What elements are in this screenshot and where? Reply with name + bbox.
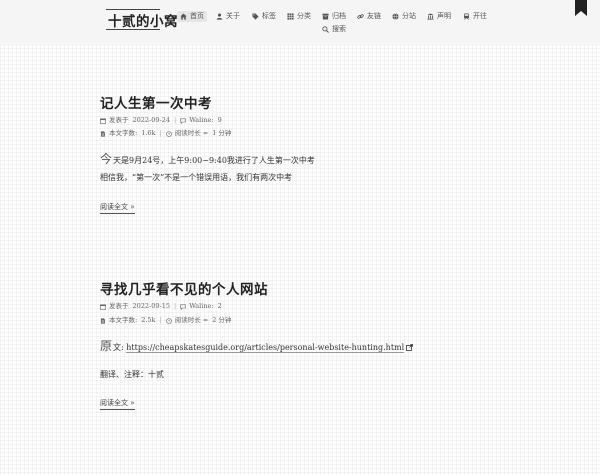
bookmark-icon[interactable] xyxy=(575,0,587,16)
published-label: 发表于 xyxy=(109,116,129,124)
nav-item-search[interactable]: 搜索 xyxy=(322,24,346,35)
wordcount-label: 本文字数: xyxy=(109,129,138,137)
nav-label-tags: 标签 xyxy=(262,12,276,20)
clock-icon xyxy=(165,130,172,137)
tag-icon xyxy=(252,13,259,20)
nav-label-statement: 声明 xyxy=(437,12,451,20)
post-title[interactable]: 记人生第一次中考 xyxy=(100,92,212,112)
logo-divider-bottom xyxy=(106,29,160,30)
nav-item-subscribe[interactable]: 开往 xyxy=(463,11,487,22)
nav-label-search: 搜索 xyxy=(332,25,346,33)
nav-item-tags[interactable]: 标签 xyxy=(252,11,276,22)
comment-icon xyxy=(180,118,186,124)
external-link[interactable]: https://cheapskatesguide.org/articles/pe… xyxy=(126,343,405,353)
wordcount-value: 2.5k xyxy=(141,316,156,324)
nav-item-archives[interactable]: 归档 xyxy=(322,11,346,22)
subway-icon xyxy=(463,13,470,20)
search-icon xyxy=(322,26,329,33)
comments-count[interactable]: 2 xyxy=(218,302,222,311)
file-icon xyxy=(100,130,106,137)
link-icon xyxy=(357,13,364,20)
excerpt-text: 天是9月24号，上午9:00~9:40我进行了人生第一次中考 xyxy=(113,156,315,165)
calendar-icon xyxy=(100,304,106,310)
post-excerpt-line: 今天是9月24号，上午9:00~9:40我进行了人生第一次中考 xyxy=(100,153,315,167)
excerpt-prefix: 文: xyxy=(113,343,124,352)
grid-icon xyxy=(287,13,294,20)
nav-label-sitemap: 分站 xyxy=(402,12,416,20)
dropcap: 今 xyxy=(100,152,113,166)
nav-item-statement[interactable]: 声明 xyxy=(427,11,451,22)
published-label: 发表于 xyxy=(109,302,129,310)
calendar-icon xyxy=(100,118,106,124)
published-date: 2022-09-24 xyxy=(132,116,170,124)
comments-label: Waline: xyxy=(189,116,214,124)
nav-label-archives: 归档 xyxy=(332,12,346,20)
wordcount-label: 本文字数: xyxy=(109,316,138,324)
nav-item-friends[interactable]: 友链 xyxy=(357,11,381,22)
site-logo[interactable]: 十贰的小窝 xyxy=(108,10,178,30)
user-icon xyxy=(216,13,223,20)
comments-label: Waline: xyxy=(189,302,214,310)
post-excerpt-line: 相信我，“第一次”不是一个错误用语，我们有两次中考 xyxy=(100,173,293,182)
comments-count[interactable]: 9 xyxy=(218,116,222,125)
nav-item-categories[interactable]: 分类 xyxy=(287,11,311,22)
post-excerpt-line: 原文: https://cheapskatesguide.org/article… xyxy=(100,339,414,354)
readtime-label: 阅读时长 ≈ xyxy=(174,129,209,137)
file-icon xyxy=(100,317,106,324)
home-icon xyxy=(180,13,187,20)
dropcap: 原 xyxy=(100,339,113,353)
nav-item-sitemap[interactable]: 分站 xyxy=(392,11,416,22)
post-meta-stats: 本文字数: 2.5k | 阅读时长 ≈ 2 分钟 xyxy=(100,316,231,325)
post-meta: 发表于 2022-09-24 | Waline: 9 xyxy=(100,116,222,125)
bank-icon xyxy=(427,13,434,20)
globe-icon xyxy=(392,13,399,20)
nav-item-home[interactable]: 首页 xyxy=(177,11,207,22)
readtime-value: 1 分钟 xyxy=(212,129,232,137)
readtime-value: 2 分钟 xyxy=(212,316,232,324)
external-link-icon xyxy=(406,343,414,351)
post-meta-stats: 本文字数: 1.6k | 阅读时长 ≈ 1 分钟 xyxy=(100,129,231,138)
nav-label-about: 关于 xyxy=(226,12,240,20)
nav-label-home: 首页 xyxy=(190,12,204,20)
comment-icon xyxy=(180,304,186,310)
clock-icon xyxy=(165,317,172,324)
post-meta: 发表于 2022-09-15 | Waline: 2 xyxy=(100,302,222,311)
published-date: 2022-09-15 xyxy=(132,302,170,310)
wordcount-value: 1.6k xyxy=(141,129,156,137)
read-more-link[interactable]: 阅读全文 » xyxy=(100,398,135,410)
nav-label-subscribe: 开往 xyxy=(473,12,487,20)
nav-label-friends: 友链 xyxy=(367,12,381,20)
nav-label-categories: 分类 xyxy=(297,12,311,20)
post-excerpt-line: 翻译、注释：十贰 xyxy=(100,370,164,379)
nav-item-about[interactable]: 关于 xyxy=(216,11,240,22)
post-title[interactable]: 寻找几乎看不见的个人网站 xyxy=(100,278,268,298)
read-more-link[interactable]: 阅读全文 » xyxy=(100,202,135,214)
archive-icon xyxy=(322,13,329,20)
readtime-label: 阅读时长 ≈ xyxy=(174,316,209,324)
